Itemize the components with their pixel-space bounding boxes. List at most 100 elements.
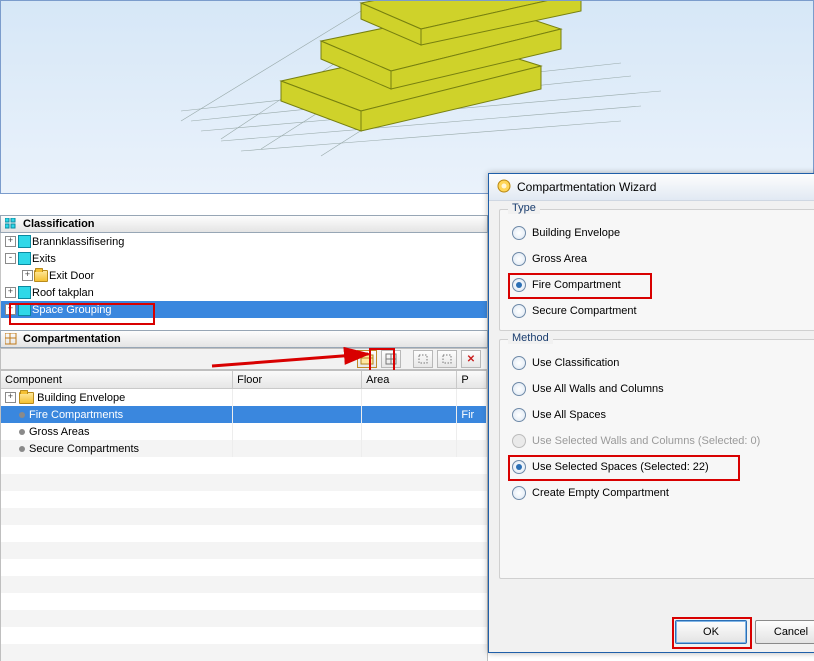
radio-icon[interactable] — [512, 356, 526, 370]
compartmentation-grid[interactable]: Component Floor Area P + Building Envelo… — [0, 370, 488, 661]
tree-item[interactable]: + Exit Door — [1, 267, 487, 284]
wizard-icon — [497, 179, 511, 196]
radio-use-classification[interactable]: Use Classification — [512, 350, 814, 376]
grid-header: Component Floor Area P — [1, 371, 487, 389]
cell-component: Building Envelope — [37, 392, 125, 404]
cell-p: Fir — [457, 406, 487, 423]
folder-icon — [19, 392, 34, 404]
radio-icon[interactable] — [512, 486, 526, 500]
radio-icon — [512, 434, 526, 448]
radio-icon[interactable] — [512, 408, 526, 422]
node-icon — [17, 286, 31, 300]
expand-icon[interactable]: + — [5, 392, 16, 403]
cell-floor — [233, 389, 362, 406]
col-area[interactable]: Area — [362, 371, 457, 388]
cancel-button[interactable]: Cancel — [755, 620, 814, 644]
expand-icon[interactable]: - — [5, 253, 16, 264]
radio-label: Secure Compartment — [532, 305, 637, 317]
ok-button[interactable]: OK — [675, 620, 747, 644]
wizard-button[interactable] — [357, 350, 377, 368]
grid-row — [1, 627, 487, 644]
grid-row — [1, 457, 487, 474]
grid-body: + Building Envelope Fire Compartments Fi… — [1, 389, 487, 661]
tree-item[interactable]: - Exits — [1, 250, 487, 267]
col-p[interactable]: P — [457, 371, 487, 388]
grid-row[interactable]: + Building Envelope — [1, 389, 487, 406]
cell-floor — [233, 406, 362, 423]
classification-panel-header[interactable]: Classification — [0, 215, 488, 233]
grid-row — [1, 491, 487, 508]
cell-component: Secure Compartments — [29, 443, 139, 455]
expand-icon[interactable]: + — [5, 287, 16, 298]
compartmentation-toolbar: ✕ — [0, 348, 488, 370]
grid-row[interactable]: Secure Compartments — [1, 440, 487, 457]
node-icon — [17, 235, 31, 249]
cell-p — [457, 389, 487, 406]
radio-use-selected-spaces[interactable]: Use Selected Spaces (Selected: 22) — [512, 454, 814, 480]
compartmentation-icon — [4, 332, 18, 346]
radio-icon[interactable] — [512, 382, 526, 396]
col-floor[interactable]: Floor — [233, 371, 362, 388]
radio-building-envelope[interactable]: Building Envelope — [512, 220, 814, 246]
classification-title: Classification — [23, 218, 95, 230]
tree-label: Exits — [32, 253, 56, 265]
tree-item-space-grouping[interactable]: + Space Grouping — [1, 301, 487, 318]
dialog-title: Compartmentation Wizard — [517, 180, 656, 194]
folder-icon — [34, 269, 48, 283]
cell-component: Fire Compartments — [29, 409, 123, 421]
radio-label: Create Empty Compartment — [532, 487, 669, 499]
delete-button[interactable]: ✕ — [461, 350, 481, 368]
radio-create-empty[interactable]: Create Empty Compartment — [512, 480, 814, 506]
cell-area — [362, 406, 457, 423]
radio-icon[interactable] — [512, 226, 526, 240]
model-3d-viewer[interactable] — [0, 0, 814, 194]
cell-floor — [233, 440, 362, 457]
radio-use-all-walls[interactable]: Use All Walls and Columns — [512, 376, 814, 402]
radio-label: Fire Compartment — [532, 279, 621, 291]
radio-use-all-spaces[interactable]: Use All Spaces — [512, 402, 814, 428]
radio-label: Use All Spaces — [532, 409, 606, 421]
cell-area — [362, 440, 457, 457]
radio-icon[interactable] — [512, 252, 526, 266]
cell-area — [362, 423, 457, 440]
group-title: Type — [508, 202, 540, 214]
classification-icon — [4, 217, 18, 231]
grid-row[interactable]: Gross Areas — [1, 423, 487, 440]
cell-p — [457, 440, 487, 457]
expand-icon[interactable]: + — [22, 270, 33, 281]
grid-button[interactable] — [381, 350, 401, 368]
cell-floor — [233, 423, 362, 440]
expand-icon[interactable]: + — [5, 236, 16, 247]
radio-secure-compartment[interactable]: Secure Compartment — [512, 298, 814, 324]
radio-icon[interactable] — [512, 460, 526, 474]
tree-item[interactable]: + Roof takplan — [1, 284, 487, 301]
tree-item[interactable]: + Brannklassifisering — [1, 233, 487, 250]
compartmentation-wizard-dialog: Compartmentation Wizard ✕ Type Building … — [488, 173, 814, 653]
grid-row — [1, 593, 487, 610]
method-group: Method Use Classification Use All Walls … — [499, 339, 814, 579]
grid-row — [1, 644, 487, 661]
compartmentation-panel-header[interactable]: Compartmentation — [0, 330, 488, 348]
radio-icon[interactable] — [512, 278, 526, 292]
grid-row-fire-compartments[interactable]: Fire Compartments Fir — [1, 406, 487, 423]
tool-button-1[interactable] — [413, 350, 433, 368]
node-icon — [17, 303, 31, 317]
dialog-titlebar[interactable]: Compartmentation Wizard ✕ — [489, 174, 814, 201]
radio-gross-area[interactable]: Gross Area — [512, 246, 814, 272]
tree-label: Exit Door — [49, 270, 94, 282]
bullet-icon — [19, 412, 25, 418]
radio-icon[interactable] — [512, 304, 526, 318]
radio-fire-compartment[interactable]: Fire Compartment — [512, 272, 814, 298]
expand-icon[interactable]: + — [5, 304, 16, 315]
tree-label: Brannklassifisering — [32, 236, 124, 248]
radio-label: Use Classification — [532, 357, 619, 369]
compartmentation-title: Compartmentation — [23, 333, 121, 345]
type-group: Type Building Envelope Gross Area Fire C… — [499, 209, 814, 331]
radio-label: Use All Walls and Columns — [532, 383, 664, 395]
classification-tree[interactable]: + Brannklassifisering - Exits + Exit Doo… — [0, 233, 488, 330]
tool-button-2[interactable] — [437, 350, 457, 368]
grid-row — [1, 559, 487, 576]
bullet-icon — [19, 429, 25, 435]
grid-row — [1, 508, 487, 525]
col-component[interactable]: Component — [1, 371, 233, 388]
